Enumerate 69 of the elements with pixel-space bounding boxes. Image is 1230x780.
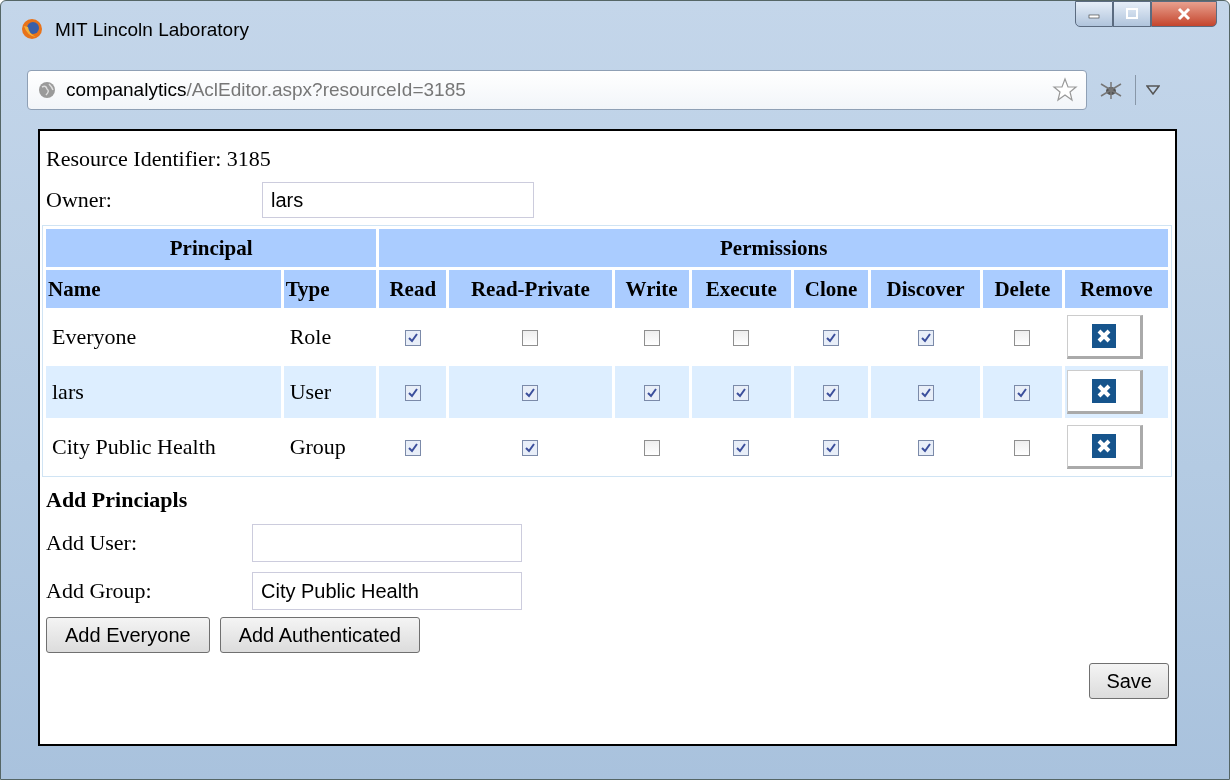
column-group-header: Principal: [46, 229, 377, 267]
checkbox[interactable]: [404, 330, 421, 347]
close-icon: [1176, 7, 1192, 21]
close-icon: [1091, 379, 1116, 403]
checkbox[interactable]: [733, 385, 750, 402]
checkbox[interactable]: [917, 440, 934, 457]
column-header: Read: [379, 270, 447, 308]
column-header: Remove: [1064, 270, 1168, 308]
remove-button[interactable]: [1066, 425, 1143, 469]
checkbox[interactable]: [404, 385, 421, 402]
column-header: Write: [614, 270, 689, 308]
remove-button[interactable]: [1066, 370, 1143, 414]
add-group-label: Add Group:: [46, 578, 153, 604]
checkbox[interactable]: [522, 385, 539, 402]
checkbox[interactable]: [1014, 330, 1031, 347]
add-group-field[interactable]: City Public Health: [252, 572, 522, 610]
checkbox[interactable]: [643, 440, 660, 457]
maximize-icon: [1125, 8, 1139, 20]
resource-identifier: Resource Identifier: 3185: [46, 146, 271, 172]
window-title: MIT Lincoln Laboratory: [55, 19, 249, 41]
checkbox[interactable]: [1014, 385, 1031, 402]
table-cell-text: Role: [288, 323, 333, 351]
checkbox[interactable]: [643, 330, 660, 347]
close-button[interactable]: [1151, 1, 1217, 27]
url-host: companalytics: [66, 79, 187, 101]
table-cell: User: [283, 366, 377, 418]
table-cell: lars: [46, 366, 281, 418]
column-header: Discover: [871, 270, 980, 308]
checkbox[interactable]: [522, 330, 539, 347]
checkbox[interactable]: [643, 385, 660, 402]
table-cell-text: Everyone: [51, 323, 138, 351]
checkbox[interactable]: [917, 385, 934, 402]
column-header: Type: [283, 270, 377, 308]
browser-logo-icon: [21, 18, 43, 40]
address-bar[interactable]: companalytics/AclEditor.aspx?resourceId=3185: [27, 70, 1087, 110]
close-icon: [1091, 324, 1116, 348]
star-icon[interactable]: [1052, 77, 1078, 103]
remove-button[interactable]: [1066, 315, 1143, 359]
close-icon: [1091, 434, 1116, 458]
add-button[interactable]: Add Authenticated: [219, 617, 420, 653]
checkbox[interactable]: [917, 330, 934, 347]
checkbox[interactable]: [823, 330, 840, 347]
globe-icon: [38, 81, 56, 99]
checkbox[interactable]: [1014, 440, 1031, 457]
column-header: Name: [46, 270, 281, 308]
maximize-button[interactable]: [1113, 1, 1151, 27]
minimize-button[interactable]: [1075, 1, 1113, 27]
owner-label: Owner:: [46, 187, 113, 213]
checkbox[interactable]: [733, 330, 750, 347]
add-user-field[interactable]: [252, 524, 522, 562]
column-header: Delete: [982, 270, 1062, 308]
checkbox[interactable]: [522, 440, 539, 457]
section-heading: Add Princiapls: [46, 487, 189, 513]
save-button[interactable]: Save: [1089, 663, 1169, 699]
dropdown-arrow-icon[interactable]: [1146, 85, 1160, 95]
add-user-label: Add User:: [46, 530, 139, 556]
checkbox[interactable]: [733, 440, 750, 457]
column-header: Execute: [691, 270, 791, 308]
column-group-header: Permissions: [379, 229, 1168, 267]
table-cell-text: City Public Health: [51, 433, 217, 461]
checkbox[interactable]: [823, 440, 840, 457]
checkbox[interactable]: [823, 385, 840, 402]
add-button[interactable]: Add Everyone: [46, 617, 210, 653]
checkbox[interactable]: [404, 440, 421, 457]
table-cell-text: Group: [288, 433, 347, 461]
column-header: Read-Private: [449, 270, 612, 308]
owner-field[interactable]: lars: [262, 182, 534, 218]
url-path: /AclEditor.aspx?resourceId=3185: [186, 79, 466, 101]
column-header: Clone: [793, 270, 869, 308]
